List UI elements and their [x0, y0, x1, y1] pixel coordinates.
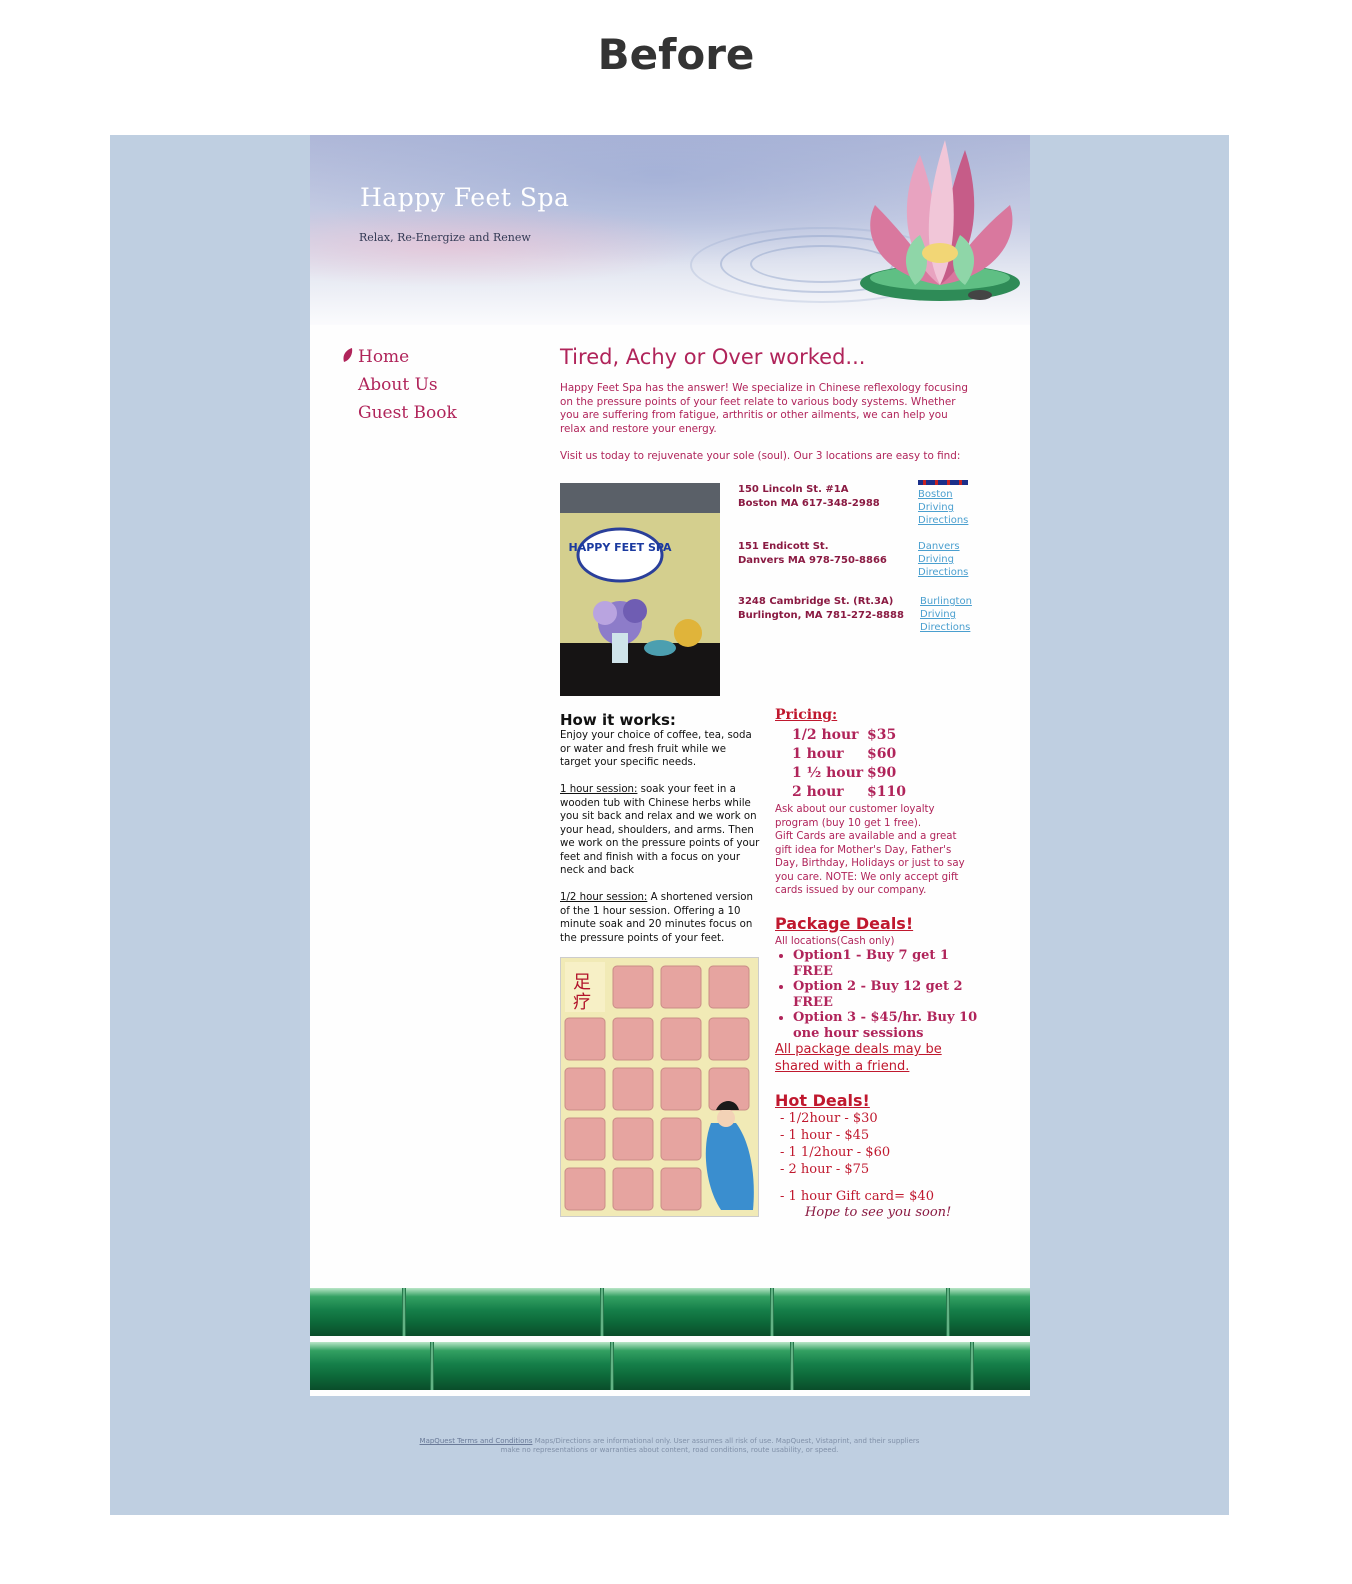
- address-line: Boston MA 617-348-2988: [738, 498, 880, 509]
- nav-item-label: Guest Book: [358, 403, 457, 423]
- boston-directions-link[interactable]: Boston Driving Directions: [918, 488, 968, 527]
- how-intro-text: Enjoy your choice of coffee, tea, soda o…: [560, 730, 752, 768]
- disclaimer-footer: MapQuest Terms and Conditions Maps/Direc…: [419, 1437, 920, 1454]
- web-page: Happy Feet Spa Relax, Re-Energize and Re…: [310, 135, 1030, 1396]
- svg-text:足: 足: [573, 972, 591, 993]
- leaf-icon: [342, 347, 358, 368]
- site-tagline: Relax, Re-Energize and Renew: [359, 231, 531, 244]
- package-deals-heading: Package Deals!: [775, 913, 914, 933]
- bamboo-footer-image: [310, 1286, 1030, 1396]
- address-line: 151 Endicott St.: [738, 541, 829, 552]
- visit-paragraph: Visit us today to rejuvenate your sole (…: [560, 450, 961, 462]
- hot-deals-heading: Hot Deals!: [775, 1091, 870, 1110]
- package-subtitle: All locations(Cash only): [775, 935, 895, 947]
- address-line: 150 Lincoln St. #1A: [738, 484, 849, 495]
- price-row: 1 ½ hour $90: [792, 765, 897, 781]
- package-list: Option1 - Buy 7 get 1 FREE Option 2 - Bu…: [775, 948, 985, 1041]
- header-banner: Happy Feet Spa Relax, Re-Energize and Re…: [310, 135, 1030, 325]
- svg-text:疗: 疗: [573, 992, 591, 1013]
- list-item: - 1/2hour - $30: [780, 1111, 878, 1126]
- danvers-directions-link[interactable]: Danvers Driving Directions: [918, 540, 968, 579]
- main-navigation: Home About Us Guest Book: [342, 343, 457, 427]
- list-item: Option 2 - Buy 12 get 2 FREE: [793, 979, 985, 1010]
- half-hour-session-text: 1/2 hour session: A shortened version of…: [560, 892, 753, 944]
- price-row: 2 hour $110: [792, 784, 906, 800]
- address-line: 3248 Cambridge St. (Rt.3A): [738, 596, 894, 607]
- nav-item-home[interactable]: Home: [342, 343, 457, 371]
- location-burlington: 3248 Cambridge St. (Rt.3A) Burlington, M…: [738, 595, 904, 623]
- pricing-column: Pricing: 1/2 hour $35 1 hour $60 1 ½ hour $…: [775, 707, 985, 1220]
- location-danvers: 151 Endicott St. Danvers MA 978-750-8866: [738, 540, 887, 568]
- nav-item-label: Home: [358, 347, 410, 367]
- lotus-flower-image: [860, 140, 1020, 301]
- closing-message: Hope to see you soon!: [805, 1205, 952, 1220]
- site-title: Happy Feet Spa: [360, 183, 570, 212]
- reflexology-chart-photo: 足 疗: [560, 957, 759, 1217]
- spa-reception-photo: HAPPY FEET SPA: [560, 483, 720, 696]
- caption-title: Before: [597, 30, 755, 79]
- gift-card-text: Gift Cards are available and a great gif…: [775, 831, 965, 896]
- intro-paragraph: Happy Feet Spa has the answer! We specia…: [560, 382, 968, 435]
- list-item: Option1 - Buy 7 get 1 FREE: [793, 948, 985, 979]
- address-line: Danvers MA 978-750-8866: [738, 555, 887, 566]
- gift-card-deal: - 1 hour Gift card= $40: [780, 1189, 934, 1204]
- nav-item-label: About Us: [358, 375, 438, 395]
- one-hour-session-text: 1 hour session: soak your feet in a wood…: [560, 784, 760, 876]
- screenshot-frame: Happy Feet Spa Relax, Re-Energize and Re…: [110, 135, 1229, 1515]
- list-item: - 2 hour - $75: [780, 1162, 870, 1177]
- price-row: 1/2 hour $35: [792, 727, 897, 743]
- page-headline: Tired, Achy or Over worked...: [560, 345, 866, 369]
- nav-item-guest-book[interactable]: Guest Book: [342, 399, 457, 427]
- list-item: - 1 hour - $45: [780, 1128, 870, 1143]
- price-row: 1 hour $60: [792, 746, 897, 762]
- share-note: All package deals may be shared with a f…: [775, 1042, 942, 1074]
- list-item: Option 3 - $45/hr. Buy 10 one hour sessi…: [793, 1010, 985, 1041]
- list-item: - 1 1/2hour - $60: [780, 1145, 891, 1160]
- nav-item-about-us[interactable]: About Us: [342, 371, 457, 399]
- address-line: Burlington, MA 781-272-8888: [738, 610, 904, 621]
- how-it-works-heading: How it works:: [560, 711, 676, 729]
- spa-sign-text: HAPPY FEET SPA: [568, 541, 671, 554]
- pricing-heading: Pricing:: [775, 707, 838, 723]
- loyalty-text: Ask about our customer loyalty program (…: [775, 804, 935, 829]
- burlington-directions-link[interactable]: Burlington Driving Directions: [920, 595, 972, 634]
- mapquest-logo: [918, 480, 968, 485]
- mapquest-terms-link[interactable]: MapQuest Terms and Conditions: [420, 1437, 533, 1445]
- location-boston: 150 Lincoln St. #1A Boston MA 617-348-29…: [738, 483, 880, 511]
